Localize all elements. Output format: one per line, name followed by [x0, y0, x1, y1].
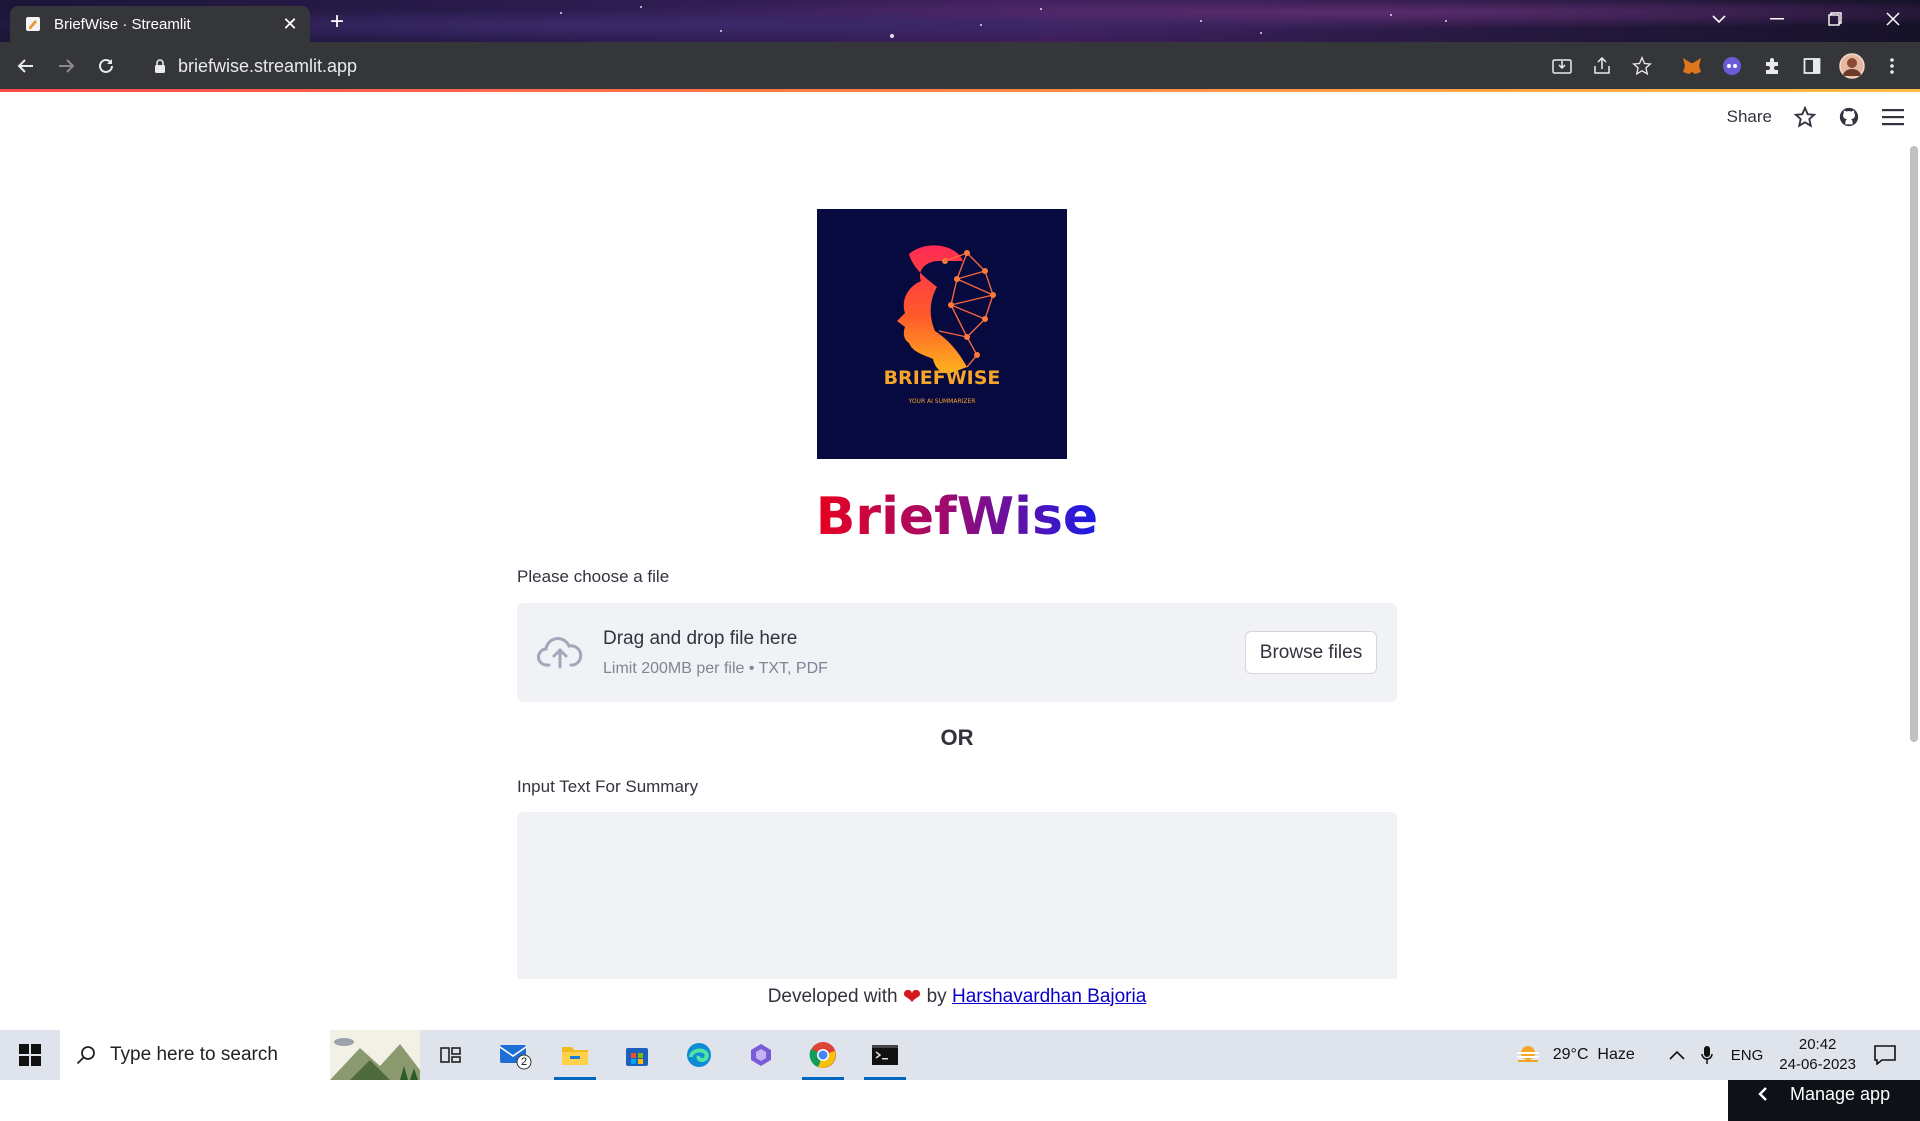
- mail-badge: 2: [521, 1056, 528, 1068]
- address-bar[interactable]: briefwise.streamlit.app: [142, 48, 1532, 84]
- tab-title: BriefWise · Streamlit: [54, 15, 191, 33]
- share-page-icon[interactable]: [1586, 50, 1618, 82]
- favorite-star-icon[interactable]: [1794, 106, 1816, 128]
- app-header: Share: [1727, 106, 1904, 128]
- taskbar-search[interactable]: Type here to search: [60, 1030, 420, 1080]
- dropzone-instructions: Drag and drop file here: [603, 628, 798, 649]
- page-scrollbar[interactable]: [1910, 146, 1918, 742]
- page-favicon-icon: [24, 15, 42, 33]
- dropzone-limits: Limit 200MB per file • TXT, PDF: [603, 660, 828, 677]
- extension-bot-icon[interactable]: [1716, 50, 1748, 82]
- chevron-up-icon[interactable]: [1669, 1050, 1685, 1060]
- footer-credit: Developed with ❤ by Harshavardhan Bajori…: [517, 984, 1397, 1010]
- browse-files-button[interactable]: Browse files: [1245, 631, 1377, 674]
- briefwise-logo: BRIEFWISE YOUR AI SUMMARIZER: [817, 209, 1067, 459]
- microphone-icon[interactable]: [1701, 1045, 1713, 1065]
- chevron-left-icon: [1758, 1086, 1768, 1102]
- clock[interactable]: 20:42 24-06-2023: [1779, 1035, 1856, 1075]
- footer-by: by: [926, 986, 947, 1007]
- weather-text[interactable]: 29°C Haze: [1553, 1046, 1635, 1064]
- page-title: BriefWise: [815, 487, 1099, 547]
- text-input-label: Input Text For Summary: [517, 777, 699, 796]
- edge-browser-icon[interactable]: [670, 1030, 728, 1080]
- side-panel-icon[interactable]: [1796, 50, 1828, 82]
- search-highlight-illustration-icon: [330, 1030, 420, 1080]
- windows-start-icon[interactable]: [0, 1030, 60, 1080]
- logo-brand-text: BRIEFWISE: [884, 367, 1001, 389]
- extensions-puzzle-icon[interactable]: [1756, 50, 1788, 82]
- tab-search-icon[interactable]: [1690, 0, 1748, 38]
- hamburger-menu-icon[interactable]: [1882, 108, 1904, 126]
- back-icon[interactable]: [10, 50, 42, 82]
- browser-tab-strip: BriefWise · Streamlit ✕ +: [0, 0, 1920, 42]
- summary-text-input[interactable]: [517, 812, 1397, 979]
- clock-time: 20:42: [1798, 1036, 1837, 1053]
- file-uploader-label: Please choose a file: [517, 567, 670, 586]
- or-divider: OR: [940, 725, 974, 750]
- footer-prefix: Developed with: [767, 986, 898, 1007]
- logo-tagline: YOUR AI SUMMARIZER: [908, 398, 976, 405]
- bookmark-star-icon[interactable]: [1626, 50, 1658, 82]
- close-window-icon[interactable]: [1864, 0, 1920, 38]
- url-text: briefwise.streamlit.app: [178, 55, 358, 76]
- mail-icon[interactable]: 2: [486, 1030, 544, 1080]
- file-explorer-icon[interactable]: [546, 1030, 604, 1080]
- weather-haze-icon[interactable]: [1515, 1044, 1541, 1066]
- file-dropzone[interactable]: Drag and drop file here Limit 200MB per …: [517, 603, 1397, 702]
- chrome-icon[interactable]: [794, 1030, 852, 1080]
- reload-icon[interactable]: [90, 50, 122, 82]
- browser-tab[interactable]: BriefWise · Streamlit ✕: [10, 6, 310, 42]
- search-placeholder: Type here to search: [110, 1044, 278, 1065]
- browser-menu-icon[interactable]: [1876, 50, 1908, 82]
- lock-icon[interactable]: [154, 58, 166, 74]
- new-tab-button[interactable]: +: [320, 7, 354, 37]
- windows-taskbar: Type here to search 2 29°C Haze ENG 20:4…: [0, 1030, 1920, 1080]
- forward-icon[interactable]: [50, 50, 82, 82]
- author-link[interactable]: Harshavardhan Bajoria: [952, 986, 1146, 1007]
- notifications-icon[interactable]: [1874, 1045, 1896, 1065]
- streamlit-app: Share BRIEFWISE YOUR AI SUMMARIZER Brief…: [0, 92, 1920, 1121]
- profile-avatar[interactable]: [1836, 50, 1868, 82]
- manage-app-label: Manage app: [1790, 1083, 1891, 1104]
- microsoft-store-icon[interactable]: [608, 1030, 666, 1080]
- metamask-extension-icon[interactable]: [1676, 50, 1708, 82]
- language-indicator[interactable]: ENG: [1731, 1047, 1764, 1064]
- clock-date: 24-06-2023: [1779, 1056, 1856, 1073]
- copilot-app-icon[interactable]: [732, 1030, 790, 1080]
- heart-icon: ❤: [902, 984, 922, 1009]
- terminal-icon[interactable]: [856, 1030, 914, 1080]
- close-tab-icon[interactable]: ✕: [280, 14, 300, 34]
- share-link[interactable]: Share: [1727, 107, 1772, 127]
- search-icon: [76, 1045, 96, 1065]
- github-icon[interactable]: [1838, 106, 1860, 128]
- task-view-icon[interactable]: [422, 1030, 480, 1080]
- restore-icon[interactable]: [1806, 0, 1864, 38]
- browser-toolbar: briefwise.streamlit.app: [0, 42, 1920, 90]
- system-tray: 29°C Haze ENG 20:42 24-06-2023: [1515, 1030, 1920, 1080]
- install-app-icon[interactable]: [1546, 50, 1578, 82]
- cloud-upload-icon: [537, 633, 583, 669]
- minimize-icon[interactable]: [1748, 0, 1806, 38]
